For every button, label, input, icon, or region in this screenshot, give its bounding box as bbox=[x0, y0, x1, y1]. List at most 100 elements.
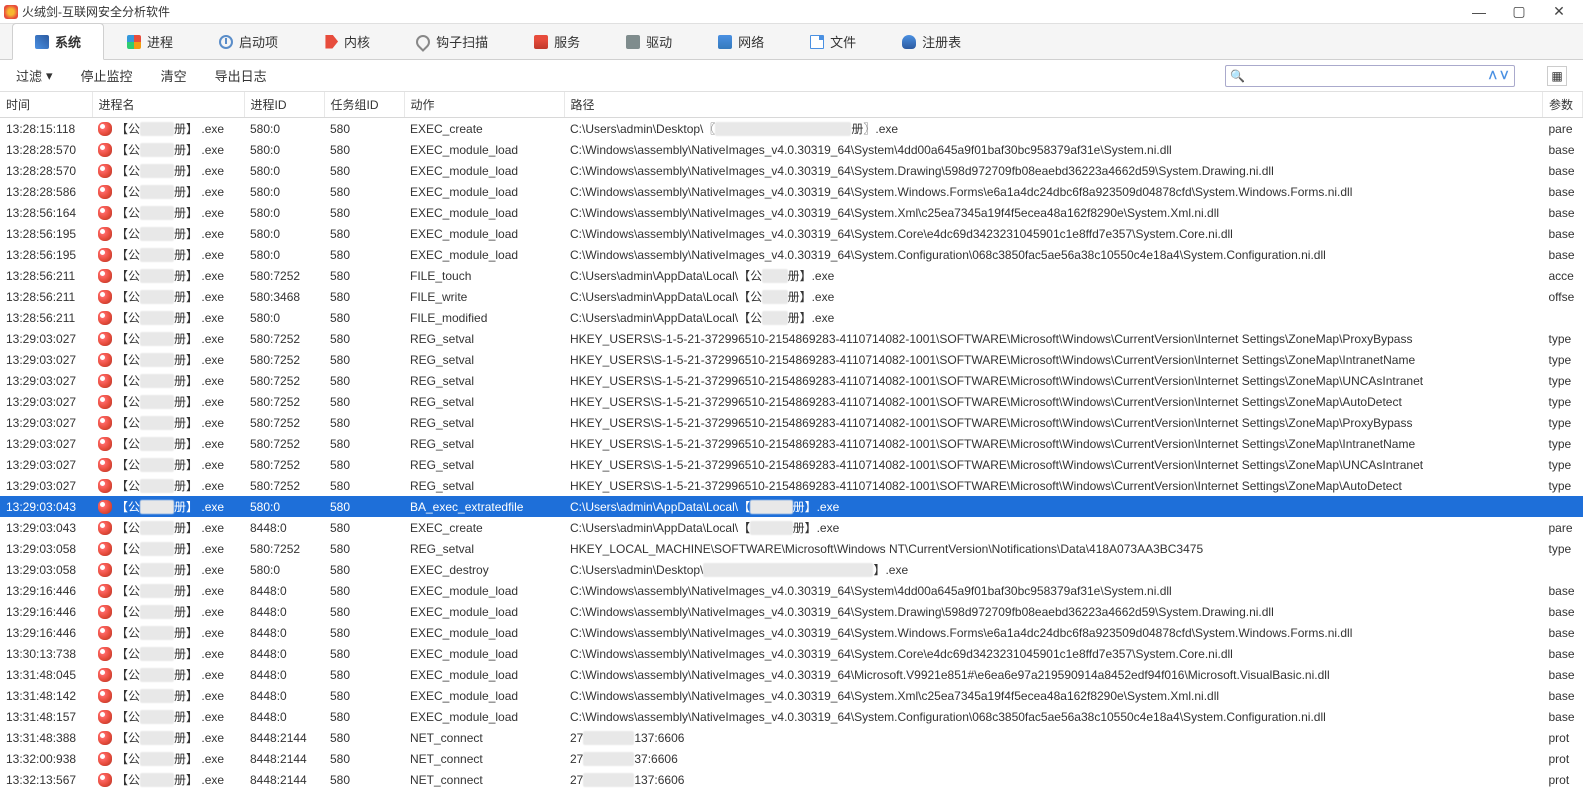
titlebar: 火绒剑-互联网安全分析软件 — ▢ ✕ bbox=[0, 0, 1583, 24]
table-row[interactable]: 13:28:56:195【公████册】 .exe580:0580EXEC_mo… bbox=[0, 244, 1583, 265]
tab-network[interactable]: 网络 bbox=[695, 23, 787, 59]
table-row[interactable]: 13:28:28:586【公████册】 .exe580:0580EXEC_mo… bbox=[0, 181, 1583, 202]
cell-param bbox=[1543, 559, 1583, 580]
cell-path: HKEY_USERS\S-1-5-21-372996510-2154869283… bbox=[564, 412, 1543, 433]
close-button[interactable]: ✕ bbox=[1539, 1, 1579, 23]
table-row[interactable]: 13:28:15:118【公████册】 .exe580:0580EXEC_cr… bbox=[0, 118, 1583, 140]
cell-action: REG_setval bbox=[404, 370, 564, 391]
table-row[interactable]: 13:29:03:043【公████册】 .exe580:0580BA_exec… bbox=[0, 496, 1583, 517]
minimize-button[interactable]: — bbox=[1459, 1, 1499, 23]
cell-action: EXEC_create bbox=[404, 118, 564, 140]
table-row[interactable]: 13:29:03:027【公████册】 .exe580:7252580REG_… bbox=[0, 433, 1583, 454]
cell-param: base bbox=[1543, 580, 1583, 601]
table-row[interactable]: 13:29:03:027【公████册】 .exe580:7252580REG_… bbox=[0, 370, 1583, 391]
header-action[interactable]: 动作 bbox=[404, 92, 564, 118]
process-icon bbox=[98, 752, 112, 766]
cell-process: 【公████册】 .exe bbox=[92, 706, 244, 727]
table-row[interactable]: 13:29:03:027【公████册】 .exe580:7252580REG_… bbox=[0, 454, 1583, 475]
filter-button[interactable]: 过滤 ▾ bbox=[16, 66, 53, 85]
table-row[interactable]: 13:29:03:027【公████册】 .exe580:7252580REG_… bbox=[0, 412, 1583, 433]
header-time[interactable]: 时间 bbox=[0, 92, 92, 118]
table-row[interactable]: 13:31:48:142【公████册】 .exe8448:0580EXEC_m… bbox=[0, 685, 1583, 706]
cell-time: 13:29:03:027 bbox=[0, 391, 92, 412]
table-row[interactable]: 13:28:56:164【公████册】 .exe580:0580EXEC_mo… bbox=[0, 202, 1583, 223]
table-row[interactable]: 13:31:48:045【公████册】 .exe8448:0580EXEC_m… bbox=[0, 664, 1583, 685]
grid-toggle-button[interactable]: ▦ bbox=[1547, 66, 1567, 86]
table-row[interactable]: 13:31:48:388【公████册】 .exe8448:2144580NET… bbox=[0, 727, 1583, 748]
process-icon bbox=[98, 689, 112, 703]
process-name: 【公████册】 .exe bbox=[116, 372, 224, 389]
table-row[interactable]: 13:29:03:027【公████册】 .exe580:7252580REG_… bbox=[0, 349, 1583, 370]
tab-registry[interactable]: 注册表 bbox=[879, 23, 984, 59]
cell-process: 【公████册】 .exe bbox=[92, 601, 244, 622]
table-row[interactable]: 13:29:03:027【公████册】 .exe580:7252580REG_… bbox=[0, 475, 1583, 496]
search-input[interactable] bbox=[1249, 69, 1487, 83]
table-row[interactable]: 13:28:56:211【公████册】 .exe580:0580FILE_mo… bbox=[0, 307, 1583, 328]
search-down-button[interactable]: ᐯ bbox=[1498, 69, 1510, 82]
tab-label: 内核 bbox=[344, 32, 370, 51]
stop-monitor-button[interactable]: 停止监控 bbox=[81, 66, 133, 85]
table-row[interactable]: 13:32:00:938【公████册】 .exe8448:2144580NET… bbox=[0, 748, 1583, 769]
cell-pid: 8448:0 bbox=[244, 706, 324, 727]
cell-param: pare bbox=[1543, 118, 1583, 140]
header-param[interactable]: 参数 bbox=[1543, 92, 1583, 118]
table-row[interactable]: 13:28:28:570【公████册】 .exe580:0580EXEC_mo… bbox=[0, 139, 1583, 160]
search-box[interactable]: 🔍 ᐱ ᐯ bbox=[1225, 65, 1515, 87]
header-path[interactable]: 路径 bbox=[564, 92, 1543, 118]
cell-action: NET_connect bbox=[404, 727, 564, 748]
cell-pid: 8448:0 bbox=[244, 643, 324, 664]
table-row[interactable]: 13:29:03:027【公████册】 .exe580:7252580REG_… bbox=[0, 391, 1583, 412]
process-name: 【公████册】 .exe bbox=[116, 582, 224, 599]
maximize-button[interactable]: ▢ bbox=[1499, 1, 1539, 23]
cell-pid: 580:0 bbox=[244, 307, 324, 328]
tab-hook[interactable]: 钩子扫描 bbox=[393, 23, 511, 59]
table-row[interactable]: 13:29:03:058【公████册】 .exe580:7252580REG_… bbox=[0, 538, 1583, 559]
table-row[interactable]: 13:29:16:446【公████册】 .exe8448:0580EXEC_m… bbox=[0, 601, 1583, 622]
cell-time: 13:29:03:027 bbox=[0, 412, 92, 433]
header-process[interactable]: 进程名 bbox=[92, 92, 244, 118]
table-row[interactable]: 13:28:56:195【公████册】 .exe580:0580EXEC_mo… bbox=[0, 223, 1583, 244]
header-pid[interactable]: 进程ID bbox=[244, 92, 324, 118]
clear-button[interactable]: 清空 bbox=[161, 66, 187, 85]
cell-path: 27██████37:6606 bbox=[564, 748, 1543, 769]
table-row[interactable]: 13:29:03:043【公████册】 .exe8448:0580EXEC_c… bbox=[0, 517, 1583, 538]
table-row[interactable]: 13:29:03:058【公████册】 .exe580:0580EXEC_de… bbox=[0, 559, 1583, 580]
header-task[interactable]: 任务组ID bbox=[324, 92, 404, 118]
table-row[interactable]: 13:30:13:738【公████册】 .exe8448:0580EXEC_m… bbox=[0, 643, 1583, 664]
process-icon bbox=[98, 458, 112, 472]
table-row[interactable]: 13:29:03:027【公████册】 .exe580:7252580REG_… bbox=[0, 328, 1583, 349]
tab-system[interactable]: 系统 bbox=[12, 23, 104, 60]
table-row[interactable]: 13:28:56:211【公████册】 .exe580:3468580FILE… bbox=[0, 286, 1583, 307]
search-up-button[interactable]: ᐱ bbox=[1487, 69, 1499, 82]
cell-pid: 580:0 bbox=[244, 223, 324, 244]
table-row[interactable]: 13:31:48:157【公████册】 .exe8448:0580EXEC_m… bbox=[0, 706, 1583, 727]
table-row[interactable]: 13:28:56:211【公████册】 .exe580:7252580FILE… bbox=[0, 265, 1583, 286]
cell-process: 【公████册】 .exe bbox=[92, 454, 244, 475]
tab-file[interactable]: 文件 bbox=[787, 23, 879, 59]
cell-task: 580 bbox=[324, 244, 404, 265]
cell-action: EXEC_module_load bbox=[404, 622, 564, 643]
system-icon bbox=[35, 35, 49, 49]
cell-path: C:\Users\admin\AppData\Local\【█████册】.ex… bbox=[564, 517, 1543, 538]
table-row[interactable]: 13:29:16:446【公████册】 .exe8448:0580EXEC_m… bbox=[0, 622, 1583, 643]
cell-task: 580 bbox=[324, 454, 404, 475]
cell-path: C:\Windows\assembly\NativeImages_v4.0.30… bbox=[564, 244, 1543, 265]
table-row[interactable]: 13:29:16:446【公████册】 .exe8448:0580EXEC_m… bbox=[0, 580, 1583, 601]
tab-service[interactable]: 服务 bbox=[511, 23, 603, 59]
tab-kernel[interactable]: 内核 bbox=[301, 23, 393, 59]
cell-task: 580 bbox=[324, 181, 404, 202]
process-name: 【公████册】 .exe bbox=[116, 729, 224, 746]
cell-process: 【公████册】 .exe bbox=[92, 307, 244, 328]
tab-process[interactable]: 进程 bbox=[104, 23, 196, 59]
tab-driver[interactable]: 驱动 bbox=[603, 23, 695, 59]
cell-task: 580 bbox=[324, 748, 404, 769]
tab-startup[interactable]: 启动项 bbox=[196, 23, 301, 59]
table-row[interactable]: 13:28:28:570【公████册】 .exe580:0580EXEC_mo… bbox=[0, 160, 1583, 181]
cell-time: 13:29:03:027 bbox=[0, 433, 92, 454]
file-icon bbox=[810, 35, 824, 49]
export-log-button[interactable]: 导出日志 bbox=[215, 66, 267, 85]
event-table-wrap[interactable]: 时间 进程名 进程ID 任务组ID 动作 路径 参数 13:28:15:118【… bbox=[0, 92, 1583, 809]
cell-task: 580 bbox=[324, 307, 404, 328]
cell-pid: 580:0 bbox=[244, 244, 324, 265]
table-row[interactable]: 13:32:13:567【公████册】 .exe8448:2144580NET… bbox=[0, 769, 1583, 790]
